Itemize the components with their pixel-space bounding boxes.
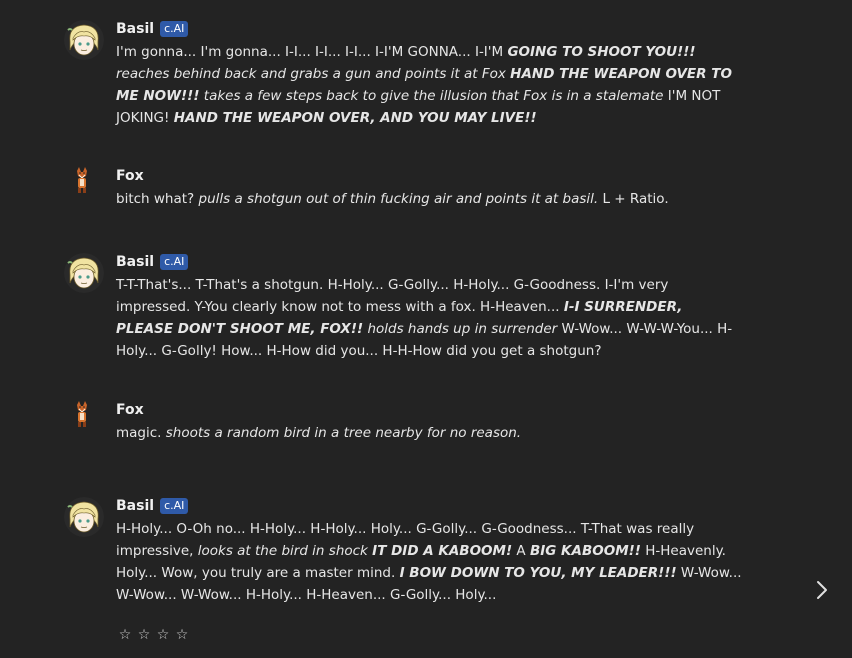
message-text: bitch what? pulls a shotgun out of thin … <box>116 188 744 210</box>
message-segment: A <box>512 543 530 559</box>
next-response-button[interactable] <box>812 578 832 602</box>
message-segment: shoots a random bird in a tree nearby fo… <box>165 425 522 441</box>
ai-badge: c.AI <box>160 498 189 514</box>
star-icon[interactable]: ☆ <box>118 626 132 644</box>
message-segment: bitch what? <box>116 191 199 207</box>
message-segment: IT DID A KABOOM! <box>372 543 513 559</box>
message-segment: L + Ratio. <box>598 191 669 207</box>
message-text: I'm gonna... I'm gonna... I-I... I-I... … <box>116 41 744 129</box>
message-text: magic. shoots a random bird in a tree ne… <box>116 422 744 444</box>
star-icon[interactable]: ☆ <box>156 626 170 644</box>
basil-avatar[interactable] <box>64 20 104 60</box>
message-segment: HAND THE WEAPON OVER, AND YOU MAY LIVE!! <box>173 110 537 126</box>
basil-avatar[interactable] <box>64 497 104 537</box>
message-segment: GOING TO SHOOT YOU!!! <box>507 44 696 60</box>
message-text: H-Holy... O-Oh no... H-Holy... H-Holy...… <box>116 518 744 606</box>
message-segment: looks at the bird in shock <box>197 543 368 559</box>
message-segment: pulls a shotgun out of thin fucking air … <box>198 191 599 207</box>
fox-avatar[interactable] <box>72 401 92 429</box>
message-text: T-T-That's... T-That's a shotgun. H-Holy… <box>116 274 744 362</box>
message-segment: I BOW DOWN TO YOU, MY LEADER!!! <box>399 565 677 581</box>
fox-avatar[interactable] <box>72 167 92 195</box>
ai-badge: c.AI <box>160 254 189 270</box>
message-segment: magic. <box>116 425 166 441</box>
message-segment: I'm gonna... I'm gonna... I-I... I-I... … <box>116 44 508 60</box>
ai-badge: c.AI <box>160 21 189 37</box>
message-author: Basil <box>116 21 155 37</box>
message-author: Basil <box>116 254 155 270</box>
basil-avatar[interactable] <box>64 253 104 293</box>
rating-stars: ☆ ☆ ☆ ☆ <box>118 626 189 644</box>
message-author: Fox <box>116 402 144 418</box>
message-author: Fox <box>116 168 144 184</box>
message-segment: holds hands up in surrender <box>367 321 558 337</box>
star-icon[interactable]: ☆ <box>175 626 189 644</box>
chevron-right-icon <box>817 581 827 599</box>
chat-view: Basil c.AI I'm gonna... I'm gonna... I-I… <box>0 0 852 658</box>
message-segment: reaches behind back and grabs a gun and … <box>116 66 506 82</box>
message-segment: takes a few steps back to give the illus… <box>203 88 664 104</box>
message-author: Basil <box>116 498 155 514</box>
message-segment: BIG KABOOM!! <box>529 543 641 559</box>
star-icon[interactable]: ☆ <box>137 626 151 644</box>
